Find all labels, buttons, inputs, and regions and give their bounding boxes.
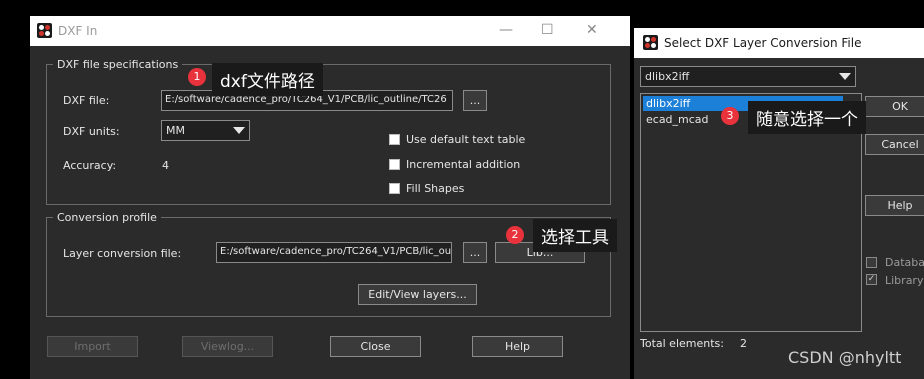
close-icon[interactable]: ✕ [586, 22, 598, 38]
app-icon [37, 23, 52, 38]
incremental-addition-checkbox[interactable] [389, 159, 400, 170]
incremental-addition-label: Incremental addition [406, 158, 521, 171]
annotation-dxf-file-path: dxf文件路径 [212, 63, 323, 96]
viewlog-button[interactable]: Viewlog... [182, 336, 273, 357]
dxf-in-titlebar[interactable]: DXF In — ☐ ✕ [30, 16, 630, 46]
dxf-file-browse-button[interactable]: ... [463, 90, 487, 111]
group-legend: DXF file specifications [57, 58, 179, 71]
database-checkbox[interactable] [866, 257, 877, 268]
conversion-file-dropdown-value: dlibx2iff [645, 70, 690, 83]
group-legend: Conversion profile [57, 211, 157, 224]
ok-button[interactable]: OK [865, 96, 924, 117]
annotation-pick-any: 随意选择一个 [748, 101, 866, 134]
maximize-icon[interactable]: ☐ [541, 22, 554, 38]
window-title: Select DXF Layer Conversion File [664, 36, 862, 50]
total-elements-label: Total elements: [640, 337, 724, 350]
annotation-badge-3: 3 [721, 107, 739, 125]
annotation-badge-1: 1 [188, 68, 206, 86]
chevron-down-icon [233, 127, 245, 134]
conversion-file-dropdown[interactable]: dlibx2iff [640, 66, 856, 87]
layer-conversion-file-field[interactable]: E:/software/cadence_pro/TC264_V1/PCB/lic… [216, 242, 452, 263]
layer-file-browse-button[interactable]: ... [463, 242, 487, 263]
dxf-units-label: DXF units: [63, 125, 120, 138]
annotation-badge-2: 2 [506, 226, 524, 244]
annotation-select-tool: 选择工具 [533, 219, 617, 252]
conversion-profile-group: Conversion profile [46, 211, 611, 317]
list-item[interactable]: ecad_mcad [643, 112, 712, 127]
dxf-units-value: MM [166, 124, 185, 137]
dxf-file-specifications-group: DXF file specifications [46, 58, 611, 205]
accuracy-label: Accuracy: [63, 159, 117, 172]
fill-shapes-checkbox[interactable] [389, 183, 400, 194]
watermark: CSDN @nhyltt [788, 348, 902, 367]
use-default-text-table-label: Use default text table [406, 133, 526, 146]
close-button[interactable]: Close [330, 336, 421, 357]
help-button[interactable]: Help [865, 195, 924, 216]
library-checkbox[interactable]: ✓ [866, 274, 877, 285]
cancel-button[interactable]: Cancel [865, 134, 924, 155]
chevron-down-icon [839, 73, 851, 80]
accuracy-value: 4 [162, 159, 169, 172]
window-title: DXF In [58, 24, 98, 38]
help-button[interactable]: Help [472, 336, 563, 357]
select-dxf-layer-window: Select DXF Layer Conversion File dlibx2i… [634, 28, 924, 379]
total-elements-value: 2 [740, 337, 747, 350]
dxf-in-window: DXF In — ☐ ✕ DXF file specifications DXF… [30, 16, 630, 379]
database-label: Database [885, 256, 924, 269]
layer-conversion-file-label: Layer conversion file: [63, 247, 182, 260]
app-icon [643, 35, 658, 50]
minimize-icon[interactable]: — [499, 22, 513, 38]
dxf-units-dropdown[interactable]: MM [161, 120, 250, 141]
fill-shapes-label: Fill Shapes [406, 182, 465, 195]
edit-view-layers-button[interactable]: Edit/View layers... [358, 284, 477, 305]
import-button[interactable]: Import [47, 336, 138, 357]
library-label: Library [885, 274, 924, 287]
dxf-file-label: DXF file: [63, 94, 110, 107]
select-dialog-titlebar[interactable]: Select DXF Layer Conversion File [634, 28, 924, 58]
use-default-text-table-checkbox[interactable] [389, 134, 400, 145]
